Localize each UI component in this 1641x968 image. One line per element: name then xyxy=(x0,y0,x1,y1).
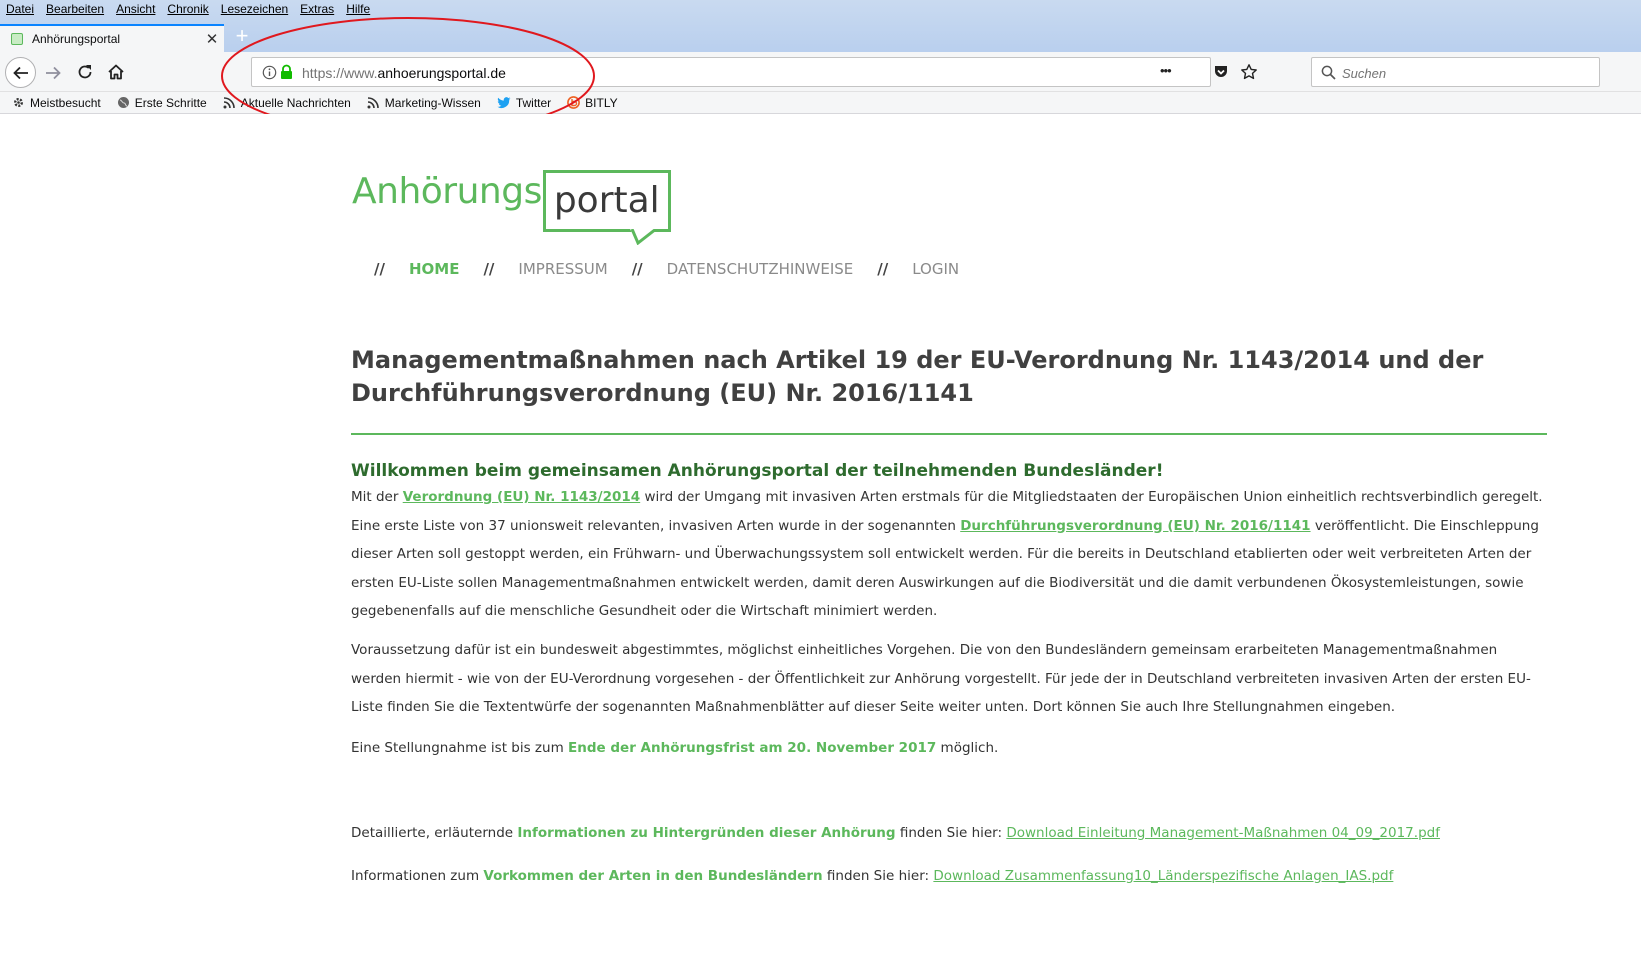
home-icon xyxy=(108,64,124,80)
search-placeholder: Suchen xyxy=(1342,66,1387,81)
gear-icon xyxy=(14,98,23,107)
main-navigation: // HOME // IMPRESSUM // DATENSCHUTZHINWE… xyxy=(374,260,983,278)
back-button[interactable] xyxy=(5,57,36,88)
nav-datenschutzhinweise[interactable]: DATENSCHUTZHINWEISE xyxy=(667,260,854,278)
occurrence-download-paragraph: Informationen zum Vorkommen der Arten in… xyxy=(351,862,1551,891)
deadline-text: möglich. xyxy=(936,740,999,756)
speech-bubble-tail-icon xyxy=(629,229,656,245)
new-tab-button[interactable]: + xyxy=(230,24,254,50)
download-link-einleitung[interactable]: Download Einleitung Management-Maßnahmen… xyxy=(1006,825,1440,841)
bitly-logo-icon xyxy=(567,96,581,109)
tab-title: Anhörungsportal xyxy=(32,32,121,46)
tab-close-icon[interactable]: ✕ xyxy=(200,30,224,48)
rss-feed-icon xyxy=(223,97,235,109)
info-icon[interactable] xyxy=(262,65,277,80)
procedure-paragraph: Voraussetzung dafür ist ein bundesweit a… xyxy=(351,636,1551,722)
bookmark-star-icon[interactable] xyxy=(1240,63,1258,81)
search-icon xyxy=(1321,65,1336,80)
occurrence-text: Informationen zum xyxy=(351,868,484,884)
menu-datei[interactable]: Datei xyxy=(0,0,40,18)
info-text: finden Sie hier: xyxy=(895,825,1007,841)
bookmark-label: Marketing-Wissen xyxy=(384,95,481,110)
nav-separator: // xyxy=(483,260,495,278)
bookmark-label: Twitter xyxy=(515,95,552,110)
pocket-icon[interactable] xyxy=(1213,64,1229,80)
bookmarks-toolbar: Meistbesucht Erste Schritte Aktuelle Nac… xyxy=(0,92,1641,114)
back-arrow-icon xyxy=(12,66,28,79)
link-durchfuehrungsverordnung[interactable]: Durchführungsverordnung (EU) Nr. 2016/11… xyxy=(960,518,1310,534)
nav-separator: // xyxy=(877,260,889,278)
nav-login[interactable]: LOGIN xyxy=(912,260,959,278)
reload-icon xyxy=(78,65,92,79)
nav-separator: // xyxy=(631,260,643,278)
page-favicon-icon xyxy=(11,33,23,45)
url-text[interactable]: https://www.anhoerungsportal.de xyxy=(302,65,506,81)
info-text: Detaillierte, erläuternde xyxy=(351,825,518,841)
deadline-paragraph: Eine Stellungnahme ist bis zum Ende der … xyxy=(351,734,1551,763)
reload-button[interactable] xyxy=(74,61,96,83)
browser-navbar: https://www.anhoerungsportal.de ••• Such… xyxy=(0,52,1641,92)
bookmark-label: Erste Schritte xyxy=(134,95,207,110)
menu-lesezeichen[interactable]: Lesezeichen xyxy=(215,0,294,18)
bookmark-meistbesucht[interactable]: Meistbesucht xyxy=(12,96,101,110)
occurrence-highlight: Vorkommen der Arten in den Bundesländern xyxy=(483,868,823,884)
deadline-highlight: Ende der Anhörungsfrist am 20. November … xyxy=(568,740,937,756)
menu-chronik[interactable]: Chronik xyxy=(161,0,214,18)
procedure-text: Voraussetzung dafür ist ein bundesweit a… xyxy=(351,642,1531,715)
info-download-paragraph: Detaillierte, erläuternde Informationen … xyxy=(351,819,1551,848)
link-verordnung[interactable]: Verordnung (EU) Nr. 1143/2014 xyxy=(403,489,640,505)
url-protocol: https://www. xyxy=(302,65,378,81)
intro-text: Mit der xyxy=(351,489,403,505)
lock-icon[interactable] xyxy=(280,64,293,80)
globe-icon xyxy=(117,97,129,108)
page-actions-icon[interactable]: ••• xyxy=(1160,63,1172,78)
menu-bearbeiten[interactable]: Bearbeiten xyxy=(40,0,110,18)
bookmark-label: BITLY xyxy=(585,95,618,110)
nav-separator: // xyxy=(374,260,385,278)
bookmark-twitter[interactable]: Twitter xyxy=(497,96,551,110)
browser-tab-active[interactable]: Anhörungsportal ✕ xyxy=(0,24,224,52)
welcome-heading: Willkommen beim gemeinsamen Anhörungspor… xyxy=(351,461,1164,481)
menu-bar: Datei Bearbeiten Ansicht Chronik Lesezei… xyxy=(0,0,376,18)
menu-ansicht[interactable]: Ansicht xyxy=(110,0,161,18)
occurrence-text: finden Sie hier: xyxy=(822,868,934,884)
bookmark-label: Meistbesucht xyxy=(30,95,101,110)
web-page: Anhörungs portal // HOME // IMPRESSUM //… xyxy=(0,114,1641,968)
download-link-zusammenfassung[interactable]: Download Zusammenfassung10_Länderspezifi… xyxy=(933,868,1393,884)
logo-speech-box: portal xyxy=(542,170,671,245)
bookmark-label: Aktuelle Nachrichten xyxy=(240,95,351,110)
twitter-bird-icon xyxy=(497,96,511,108)
logo-text-left: Anhörungs xyxy=(352,171,542,212)
info-highlight: Informationen zu Hintergründen dieser An… xyxy=(517,825,896,841)
menu-extras[interactable]: Extras xyxy=(294,0,340,18)
site-logo[interactable]: Anhörungs portal xyxy=(352,170,671,245)
forward-arrow-icon xyxy=(46,66,61,80)
rss-feed-icon xyxy=(367,97,379,109)
address-bar[interactable]: https://www.anhoerungsportal.de ••• xyxy=(251,57,1257,87)
bookmark-bitly[interactable]: BITLY xyxy=(567,95,618,110)
search-bar[interactable]: Suchen xyxy=(1311,57,1600,87)
nav-impressum[interactable]: IMPRESSUM xyxy=(518,260,607,278)
nav-home[interactable]: HOME xyxy=(409,260,459,278)
browser-titlebar: Datei Bearbeiten Ansicht Chronik Lesezei… xyxy=(0,0,1641,52)
title-divider xyxy=(351,433,1547,435)
bookmark-aktuelle-nachrichten[interactable]: Aktuelle Nachrichten xyxy=(223,96,351,110)
url-domain: anhoerungsportal.de xyxy=(377,65,506,81)
bookmark-marketing-wissen[interactable]: Marketing-Wissen xyxy=(367,96,481,110)
forward-button[interactable] xyxy=(42,62,64,84)
home-button[interactable] xyxy=(105,61,127,83)
deadline-text: Eine Stellungnahme ist bis zum xyxy=(351,740,569,756)
intro-paragraph: Mit der Verordnung (EU) Nr. 1143/2014 wi… xyxy=(351,483,1551,626)
menu-hilfe[interactable]: Hilfe xyxy=(340,0,376,18)
bookmark-erste-schritte[interactable]: Erste Schritte xyxy=(117,96,207,110)
page-title: Managementmaßnahmen nach Artikel 19 der … xyxy=(351,346,1484,407)
logo-text-right: portal xyxy=(553,180,660,221)
